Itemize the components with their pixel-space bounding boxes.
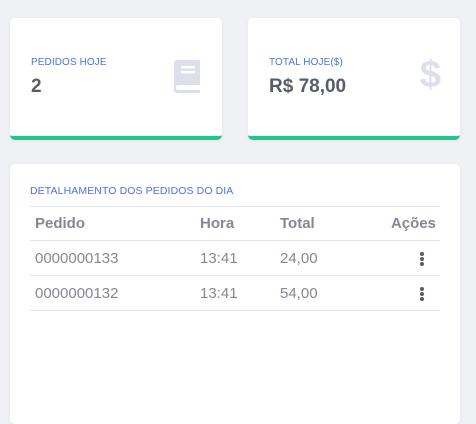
orders-today-label: PEDIDOS HOJE (31, 57, 107, 68)
orders-today-value: 2 (31, 76, 42, 97)
table-row: 0000000132 13:41 54,00 (30, 275, 440, 311)
table-row: 0000000133 13:41 24,00 (30, 240, 440, 276)
order-total-cell: 24,00 (275, 240, 365, 276)
order-actions-cell (365, 240, 440, 276)
orders-table: Pedido Hora Total Ações 0000000133 13:41… (30, 206, 440, 311)
order-total-cell: 54,00 (275, 275, 365, 311)
orders-today-card: PEDIDOS HOJE 2 (10, 18, 222, 140)
order-actions-cell (365, 275, 440, 311)
order-time-cell: 13:41 (195, 240, 275, 276)
order-number-cell: 0000000133 (30, 240, 195, 276)
dollar-icon: $ (419, 54, 441, 96)
order-time-cell: 13:41 (195, 275, 275, 311)
column-header-hora: Hora (195, 206, 275, 241)
total-today-value: R$ 78,00 (269, 76, 347, 97)
more-vertical-icon[interactable] (417, 251, 427, 267)
total-today-label: TOTAL HOJE($) (269, 57, 343, 68)
orders-detail-card: DETALHAMENTO DOS PEDIDOS DO DIA Pedido H… (10, 164, 460, 424)
column-header-actions: Ações (365, 206, 440, 241)
book-icon (172, 60, 202, 98)
order-number-cell: 0000000132 (30, 275, 195, 311)
table-header-row: Pedido Hora Total Ações (30, 206, 440, 241)
total-today-card: TOTAL HOJE($) R$ 78,00 $ (248, 18, 460, 140)
column-header-total: Total (275, 206, 365, 241)
more-vertical-icon[interactable] (417, 286, 427, 302)
orders-detail-title: DETALHAMENTO DOS PEDIDOS DO DIA (30, 185, 234, 197)
column-header-pedido: Pedido (30, 206, 195, 241)
